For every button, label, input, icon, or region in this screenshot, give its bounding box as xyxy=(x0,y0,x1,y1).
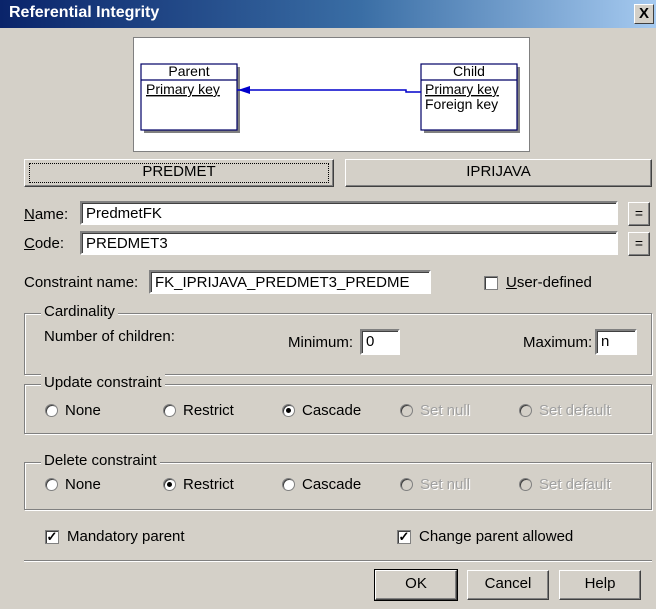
check-icon: ✓ xyxy=(398,528,410,544)
change-parent-allowed-checkbox[interactable]: ✓ Change parent allowed xyxy=(397,528,573,545)
name-label: Name: xyxy=(24,206,69,223)
radio-dot xyxy=(519,404,532,417)
radio-label: Set default xyxy=(539,402,611,419)
cardinality-legend: Cardinality xyxy=(41,303,118,320)
minimum-label: Minimum: xyxy=(288,334,354,351)
radio-label: Restrict xyxy=(183,476,234,493)
radio-dot xyxy=(519,478,532,491)
radio-dot[interactable] xyxy=(282,404,295,417)
maximum-label: Maximum: xyxy=(523,334,593,351)
diagram-svg: Parent Primary key Child Primary key For… xyxy=(140,63,520,133)
radio-dot[interactable] xyxy=(163,404,176,417)
user-defined-checkbox[interactable]: User-defined xyxy=(484,274,592,291)
radio-dot[interactable] xyxy=(282,478,295,491)
radio-label: Set null xyxy=(420,402,471,419)
close-button[interactable]: X xyxy=(634,4,654,24)
child-table-button-label: IPRIJAVA xyxy=(466,163,531,180)
close-icon: X xyxy=(638,5,649,22)
parent-table-button[interactable]: PREDMET xyxy=(24,159,334,187)
parent-table-row: Primary key xyxy=(146,81,220,97)
radio-label: Set null xyxy=(420,476,471,493)
ok-button[interactable]: OK xyxy=(374,569,458,601)
help-button[interactable]: Help xyxy=(559,570,641,600)
code-equal-button[interactable]: = xyxy=(628,232,650,256)
radio-dot xyxy=(400,404,413,417)
mandatory-parent-checkbox[interactable]: ✓ Mandatory parent xyxy=(45,528,185,545)
parent-table-title: Parent xyxy=(168,63,209,79)
name-field[interactable]: PredmetFK xyxy=(80,201,618,225)
mandatory-parent-label: Mandatory parent xyxy=(67,528,185,545)
update-radio-set-null: Set null xyxy=(400,402,470,419)
reference-link-line xyxy=(237,89,421,93)
radio-label: Restrict xyxy=(183,402,234,419)
delete-radio-cascade[interactable]: Cascade xyxy=(282,476,361,493)
update-constraint-legend: Update constraint xyxy=(41,374,165,391)
change-parent-allowed-box[interactable]: ✓ xyxy=(397,528,411,544)
delete-radio-none[interactable]: None xyxy=(45,476,101,493)
delete-constraint-legend: Delete constraint xyxy=(41,452,160,469)
user-defined-box[interactable] xyxy=(484,275,498,290)
mandatory-parent-box[interactable]: ✓ xyxy=(45,528,59,544)
update-radio-set-default: Set default xyxy=(519,402,611,419)
check-icon: ✓ xyxy=(46,528,58,544)
radio-label: Cascade xyxy=(302,402,362,419)
children-label: Number of children: xyxy=(44,328,175,345)
radio-dot[interactable] xyxy=(45,478,58,491)
update-radio-restrict[interactable]: Restrict xyxy=(163,402,234,419)
radio-label: None xyxy=(65,402,101,419)
radio-dot[interactable] xyxy=(163,478,176,491)
change-parent-allowed-label: Change parent allowed xyxy=(419,528,574,545)
child-table-row-pk: Primary key xyxy=(425,81,499,97)
name-equal-button[interactable]: = xyxy=(628,202,650,226)
update-radio-cascade[interactable]: Cascade xyxy=(282,402,361,419)
child-table-button[interactable]: IPRIJAVA xyxy=(345,159,652,187)
code-label: Code: xyxy=(24,235,65,252)
radio-dot xyxy=(400,478,413,491)
focus-rect xyxy=(29,163,329,183)
delete-radio-restrict[interactable]: Restrict xyxy=(163,476,234,493)
update-radio-none[interactable]: None xyxy=(45,402,101,419)
minimum-field[interactable]: 0 xyxy=(360,329,400,355)
relationship-diagram: Parent Primary key Child Primary key For… xyxy=(133,37,530,152)
window-title: Referential Integrity xyxy=(9,4,160,21)
constraint-name-field[interactable]: FK_IPRIJAVA_PREDMET3_PREDME xyxy=(149,270,431,294)
title-bar: Referential Integrity X xyxy=(0,0,656,28)
radio-dot[interactable] xyxy=(45,404,58,417)
radio-label: Set default xyxy=(539,476,611,493)
constraint-name-label: Constraint name: xyxy=(24,274,139,291)
delete-radio-set-null: Set null xyxy=(400,476,470,493)
radio-label: None xyxy=(65,476,101,493)
maximum-field[interactable]: n xyxy=(595,329,637,355)
child-table-title: Child xyxy=(453,63,485,79)
footer-separator xyxy=(24,560,652,562)
cancel-button[interactable]: Cancel xyxy=(467,570,549,600)
delete-radio-set-default: Set default xyxy=(519,476,611,493)
child-table-row-fk: Foreign key xyxy=(425,96,498,112)
radio-label: Cascade xyxy=(302,476,362,493)
code-field[interactable]: PREDMET3 xyxy=(80,231,618,255)
